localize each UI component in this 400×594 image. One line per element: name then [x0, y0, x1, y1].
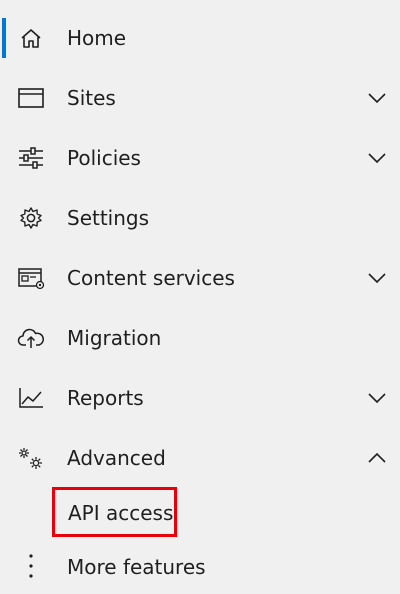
nav-subitem-api-access[interactable]: API access — [52, 487, 177, 537]
nav-item-label: Policies — [67, 146, 141, 170]
nav-item-more-features[interactable]: More features — [0, 548, 400, 588]
nav-item-label: More features — [67, 555, 206, 579]
nav-item-sites[interactable]: Sites — [0, 78, 400, 118]
chevron-down-icon[interactable] — [366, 269, 388, 287]
chevron-down-icon[interactable] — [366, 89, 388, 107]
nav-item-label: Migration — [67, 326, 162, 350]
nav-item-label: Advanced — [67, 446, 166, 470]
policies-icon — [14, 144, 48, 172]
gear-icon — [14, 204, 48, 232]
gears-icon — [14, 444, 48, 472]
cloud-upload-icon — [14, 324, 48, 352]
sites-icon — [14, 84, 48, 112]
nav-item-label: Content services — [67, 266, 235, 290]
nav-item-settings[interactable]: Settings — [0, 198, 400, 238]
nav-item-label: Reports — [67, 386, 144, 410]
active-indicator — [2, 18, 6, 58]
chevron-down-icon[interactable] — [366, 149, 388, 167]
nav-item-label: Home — [67, 26, 127, 50]
admin-navigation: Home Sites Policies Settings Content ser… — [0, 0, 400, 594]
content-services-icon — [14, 264, 48, 292]
nav-item-content-services[interactable]: Content services — [0, 258, 400, 298]
nav-item-label: Sites — [67, 86, 116, 110]
chevron-up-icon[interactable] — [366, 449, 388, 467]
nav-item-home[interactable]: Home — [0, 18, 400, 58]
nav-item-reports[interactable]: Reports — [0, 378, 400, 418]
home-icon — [14, 24, 48, 52]
line-chart-icon — [14, 384, 48, 412]
nav-item-migration[interactable]: Migration — [0, 318, 400, 358]
nav-subitem-label: API access — [68, 501, 174, 525]
chevron-down-icon[interactable] — [366, 389, 388, 407]
nav-item-policies[interactable]: Policies — [0, 138, 400, 178]
more-vertical-icon — [18, 550, 44, 582]
nav-item-label: Settings — [67, 206, 150, 230]
nav-item-advanced[interactable]: Advanced — [0, 438, 400, 478]
